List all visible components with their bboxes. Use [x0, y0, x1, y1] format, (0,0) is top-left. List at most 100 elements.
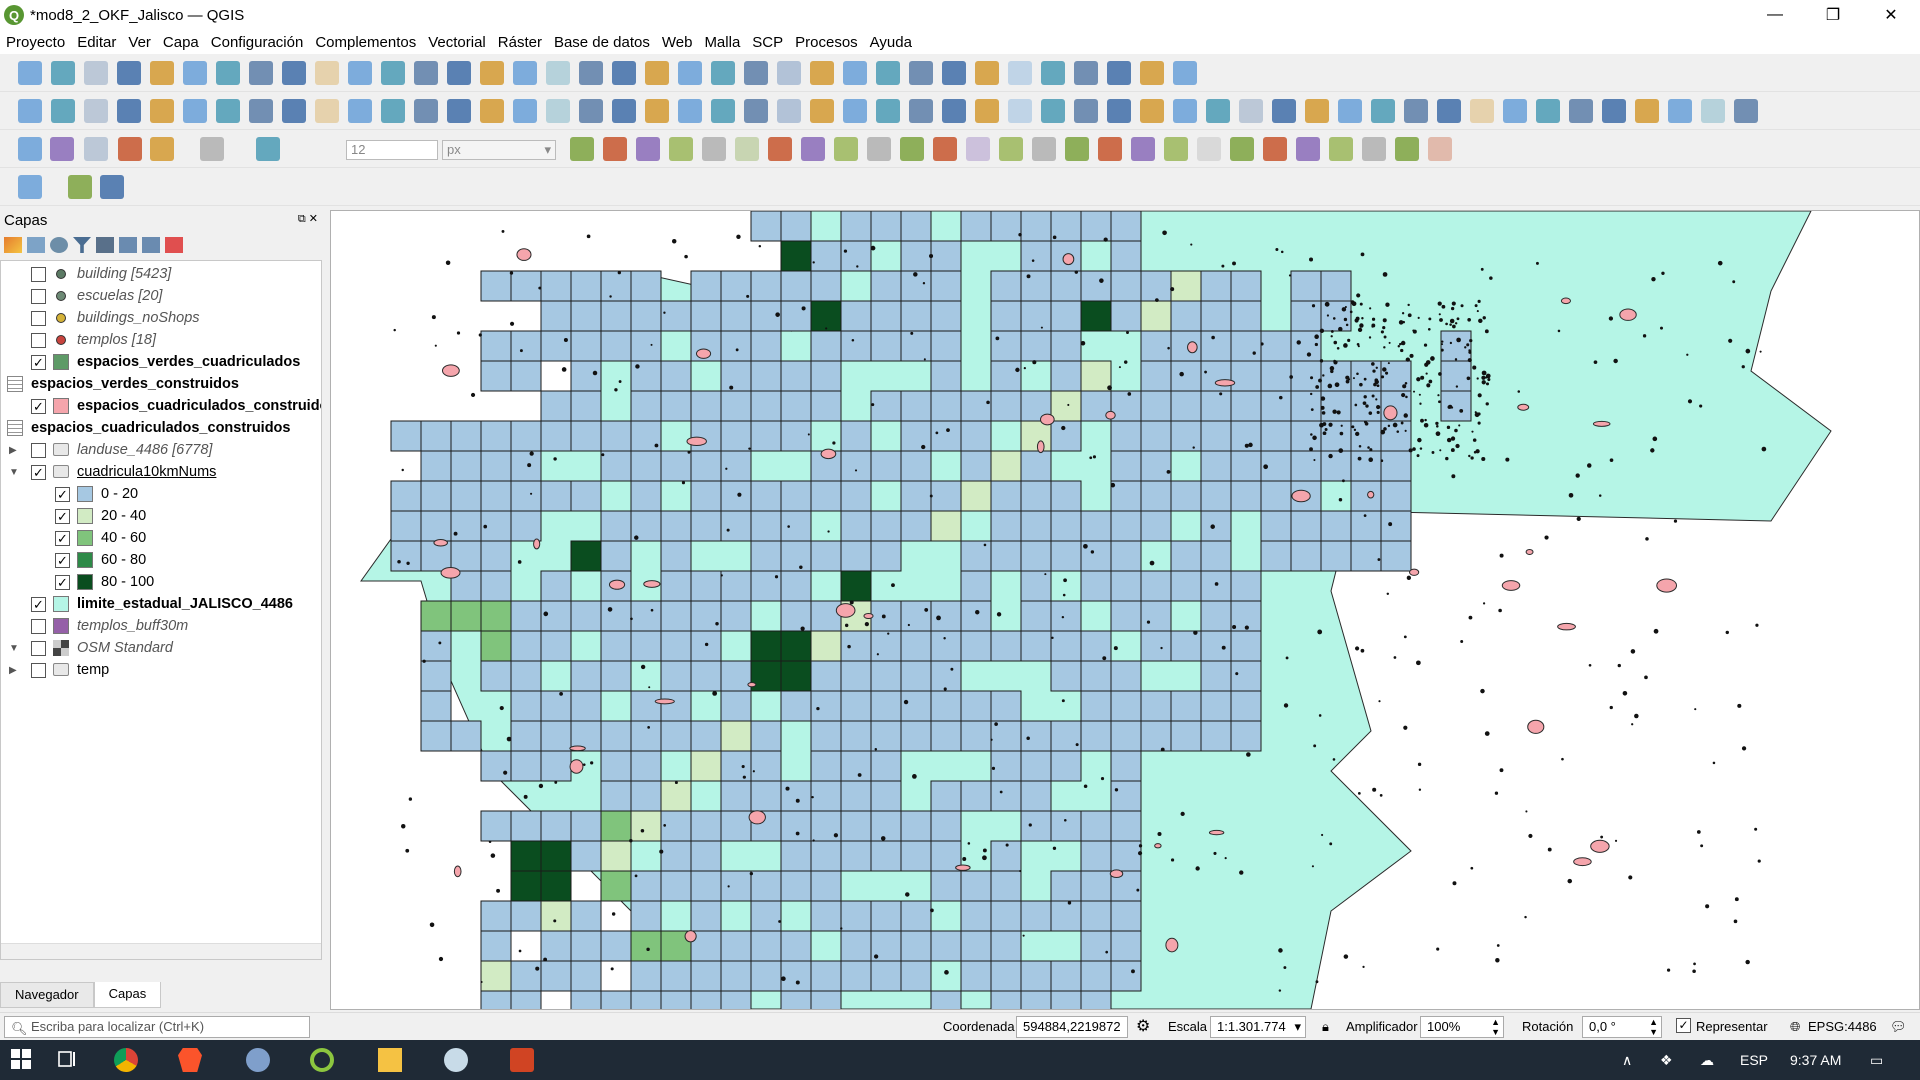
toolbar-tool-icon[interactable]	[1428, 137, 1452, 161]
menu-item[interactable]: Malla	[698, 34, 746, 51]
toolbar-tool-icon[interactable]	[1569, 99, 1593, 123]
tab-navegador[interactable]: Navegador	[0, 982, 94, 1008]
layer-visibility-checkbox[interactable]	[31, 640, 46, 656]
file-explorer-icon[interactable]	[378, 1048, 402, 1072]
toolbar-tool-icon[interactable]	[1362, 137, 1386, 161]
map-canvas[interactable]	[330, 210, 1920, 1010]
toolbar-tool-icon[interactable]	[1032, 137, 1056, 161]
magnifier-field[interactable]: 100% ▲ ▼	[1420, 1016, 1504, 1038]
layer-visibility-checkbox[interactable]: ✓	[31, 596, 46, 612]
toolbar-tool-icon[interactable]	[348, 99, 372, 123]
toolbar-tool-icon[interactable]	[513, 61, 537, 85]
toolbar-tool-icon[interactable]	[843, 61, 867, 85]
layer-visibility-checkbox[interactable]	[31, 618, 46, 634]
toolbar-tool-icon[interactable]	[84, 61, 108, 85]
layer-visibility-checkbox[interactable]	[31, 310, 46, 326]
menu-item[interactable]: SCP	[746, 34, 789, 51]
toolbar-tool-icon[interactable]	[1329, 137, 1353, 161]
toolbar-tool-icon[interactable]	[150, 137, 174, 161]
layer-visibility-checkbox[interactable]	[31, 288, 46, 304]
toolbar-tool-icon[interactable]	[249, 99, 273, 123]
toolbar-tool-icon[interactable]	[1008, 99, 1032, 123]
toolbar-tool-icon[interactable]	[711, 61, 735, 85]
layer-tree-row[interactable]: buildings_noShops	[1, 307, 321, 329]
layer-visibility-checkbox[interactable]: ✓	[31, 398, 46, 414]
toolbar-tool-icon[interactable]	[381, 99, 405, 123]
toolbar-tool-icon[interactable]	[570, 137, 594, 161]
toolbar-tool-icon[interactable]	[51, 99, 75, 123]
maximize-button[interactable]: ❐	[1804, 0, 1862, 30]
toolbar-tool-icon[interactable]	[933, 137, 957, 161]
style-icon[interactable]	[4, 237, 22, 253]
menu-item[interactable]: Editar	[71, 34, 122, 51]
toolbar-tool-icon[interactable]	[579, 99, 603, 123]
toolbar-tool-icon[interactable]	[414, 99, 438, 123]
layer-tree-row[interactable]: templos_buff30m	[1, 615, 321, 637]
layer-visibility-checkbox[interactable]: ✓	[31, 354, 46, 370]
toolbar-tool-icon[interactable]	[282, 99, 306, 123]
toolbar-tool-icon[interactable]	[1305, 99, 1329, 123]
font-unit-select[interactable]: px ▾	[442, 140, 556, 160]
layer-visibility-checkbox[interactable]: ✓	[55, 574, 70, 590]
layer-tree-row[interactable]: ✓ espacios_verdes_cuadriculados	[1, 351, 321, 373]
menu-item[interactable]: Ráster	[492, 34, 548, 51]
toolbar-tool-icon[interactable]	[999, 137, 1023, 161]
windows-start-icon[interactable]	[10, 1048, 34, 1072]
toolbar-tool-icon[interactable]	[1107, 61, 1131, 85]
toolbar-tool-icon[interactable]	[1503, 99, 1527, 123]
toolbar-tool-icon[interactable]	[1371, 99, 1395, 123]
lock-icon[interactable]: 🔒︎	[1322, 1019, 1329, 1035]
toolbar-tool-icon[interactable]	[1206, 99, 1230, 123]
toolbar-tool-icon[interactable]	[18, 99, 42, 123]
toolbar-tool-icon[interactable]	[777, 99, 801, 123]
layer-tree-row[interactable]: escuelas [20]	[1, 285, 321, 307]
layer-tree-row[interactable]: ✓ 20 - 40	[1, 505, 321, 527]
python-idle-icon[interactable]	[444, 1048, 468, 1072]
brave-icon[interactable]	[178, 1048, 202, 1072]
toolbar-tool-icon[interactable]	[636, 137, 660, 161]
layer-visibility-checkbox[interactable]	[31, 442, 46, 458]
chevron-right-icon[interactable]: ▶	[9, 445, 21, 456]
layer-visibility-checkbox[interactable]: ✓	[55, 530, 70, 546]
layer-tree-row[interactable]: ✓ 0 - 20	[1, 483, 321, 505]
menu-item[interactable]: Procesos	[789, 34, 864, 51]
panel-close-icon[interactable]: ⧉ ✕	[298, 212, 318, 226]
layer-tree-row[interactable]: espacios_verdes_construidos	[1, 373, 321, 395]
toolbar-tool-icon[interactable]	[118, 137, 142, 161]
filter-icon[interactable]	[73, 237, 91, 253]
task-view-icon[interactable]	[56, 1048, 80, 1072]
toolbar-tool-icon[interactable]	[744, 61, 768, 85]
chevron-down-icon[interactable]: ▼	[9, 643, 21, 654]
manage-visibility-icon[interactable]	[50, 237, 68, 253]
layer-visibility-checkbox[interactable]: ✓	[31, 464, 46, 480]
layer-tree-row[interactable]: ✓ espacios_cuadriculados_construido	[1, 395, 321, 417]
toolbar-tool-icon[interactable]	[348, 61, 372, 85]
layer-tree-row[interactable]: ✓ 40 - 60	[1, 527, 321, 549]
toolbar-tool-icon[interactable]	[1197, 137, 1221, 161]
toolbar-tool-icon[interactable]	[711, 99, 735, 123]
toolbar-tool-icon[interactable]	[18, 61, 42, 85]
toolbar-tool-icon[interactable]	[1296, 137, 1320, 161]
toolbar-tool-icon[interactable]	[513, 99, 537, 123]
toolbar-tool-icon[interactable]	[1173, 61, 1197, 85]
toolbar-tool-icon[interactable]	[1701, 99, 1725, 123]
dropbox-icon[interactable]: ❖	[1660, 1052, 1673, 1069]
map-svg[interactable]	[331, 211, 1919, 1009]
toolbar-tool-icon[interactable]	[678, 99, 702, 123]
expand-all-icon[interactable]	[119, 237, 137, 253]
toolbar-tool-icon[interactable]	[909, 61, 933, 85]
toolbar-tool-icon[interactable]	[810, 61, 834, 85]
toolbar-tool-icon[interactable]	[768, 137, 792, 161]
menu-item[interactable]: Configuración	[205, 34, 310, 51]
toolbar-tool-icon[interactable]	[744, 99, 768, 123]
minimize-button[interactable]: —	[1746, 0, 1804, 30]
toolbar-tool-icon[interactable]	[150, 99, 174, 123]
locator-input[interactable]: 🔍︎ Escriba para localizar (Ctrl+K)	[4, 1016, 310, 1038]
menu-item[interactable]: Web	[656, 34, 699, 51]
font-size-field[interactable]: 12	[346, 140, 438, 160]
toolbar-tool-icon[interactable]	[1164, 137, 1188, 161]
layer-tree-row[interactable]: ▶ temp	[1, 659, 321, 681]
menu-item[interactable]: Complementos	[309, 34, 422, 51]
menu-item[interactable]: Base de datos	[548, 34, 656, 51]
layer-tree[interactable]: ▶ temp ▼ OSM Standard templos_buff30m ✓ limite…	[0, 260, 322, 960]
